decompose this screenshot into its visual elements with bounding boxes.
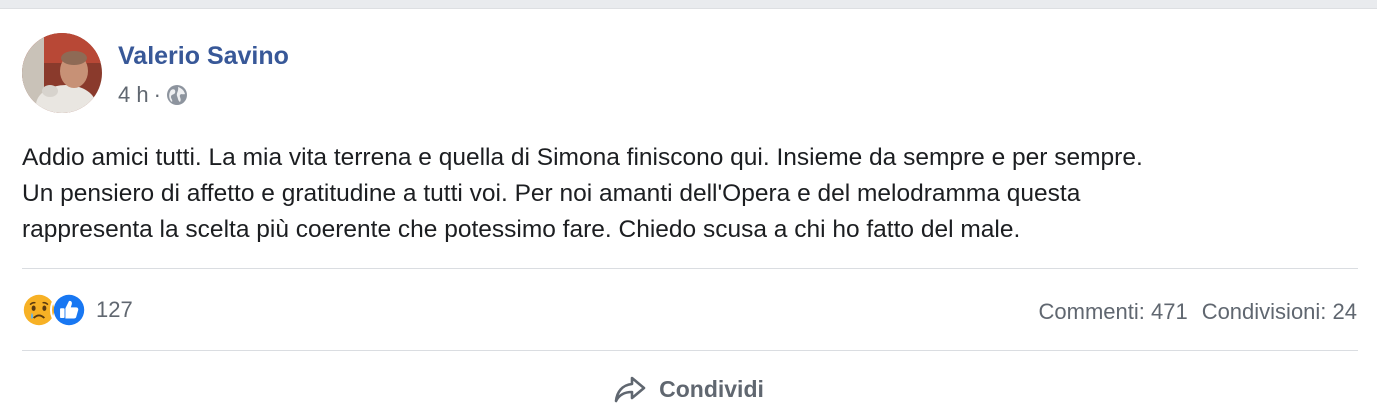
reactions-summary[interactable]: 127	[20, 290, 133, 330]
comments-count[interactable]: Commenti: 471	[1039, 299, 1188, 325]
globe-icon[interactable]	[166, 84, 188, 106]
share-arrow-icon	[614, 376, 646, 403]
shares-count[interactable]: Condivisioni: 24	[1202, 299, 1357, 325]
avatar[interactable]	[22, 33, 102, 113]
post-timestamp[interactable]: 4 h	[118, 82, 149, 108]
share-button[interactable]: Condividi	[0, 367, 1377, 411]
post-text-line: Un pensiero di affetto e gratitudine a t…	[22, 180, 1081, 207]
post-meta: 4 h ·	[118, 82, 188, 108]
meta-separator: ·	[153, 82, 161, 107]
like-icon	[50, 291, 88, 329]
reaction-count[interactable]: 127	[96, 297, 133, 323]
post-card: Valerio Savino 4 h · Addio amici tutti. …	[0, 8, 1377, 414]
post-text-line: Addio amici tutti. La mia vita terrena e…	[22, 144, 1143, 171]
post-text-line: rappresenta la scelta più coerente che p…	[22, 216, 1021, 243]
divider	[22, 350, 1358, 351]
author-name[interactable]: Valerio Savino	[118, 42, 289, 71]
post-stats: Commenti: 471 Condivisioni: 24	[1039, 299, 1358, 325]
post-text: Addio amici tutti. La mia vita terrena e…	[22, 140, 1362, 248]
share-label: Condividi	[659, 375, 764, 402]
divider	[22, 268, 1358, 269]
